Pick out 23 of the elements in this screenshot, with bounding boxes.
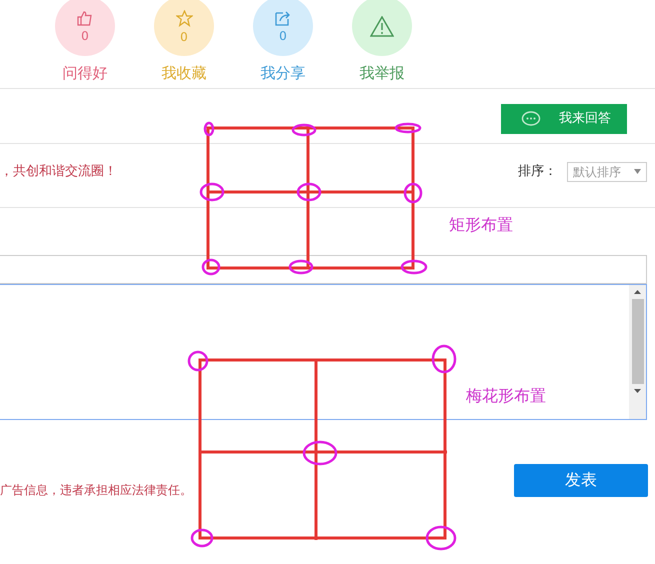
sort-label: 排序： — [518, 162, 557, 181]
annotation-label: 梅花形布置 — [466, 385, 546, 407]
stat-count: 0 — [180, 30, 188, 42]
legal-notice: 广告信息，违者承担相应法律责任。 — [0, 482, 192, 499]
thumbs-up-icon — [77, 10, 93, 26]
input-field[interactable] — [0, 255, 647, 284]
stat-label[interactable]: 我分享 — [260, 62, 306, 84]
text-area[interactable] — [0, 284, 647, 420]
notice-text: ，共创和谐交流圈！ — [0, 162, 117, 181]
dropdown-caret-icon — [634, 169, 641, 174]
stat-count: 0 — [279, 30, 287, 42]
answer-button[interactable]: 我来回答 — [501, 104, 627, 134]
stat-label[interactable]: 我举报 — [360, 62, 404, 84]
stat-label[interactable]: 问得好 — [62, 62, 108, 84]
share-icon — [275, 10, 291, 26]
warning-icon — [370, 16, 394, 36]
stat-count: 0 — [81, 30, 89, 42]
chat-bubble-icon — [521, 111, 541, 127]
stat-label[interactable]: 我收藏 — [162, 62, 206, 84]
star-icon — [176, 10, 192, 26]
sort-dropdown[interactable]: 默认排序 — [567, 162, 647, 182]
submit-button[interactable]: 发表 — [514, 464, 648, 496]
annotation-label: 矩形布置 — [449, 214, 513, 236]
